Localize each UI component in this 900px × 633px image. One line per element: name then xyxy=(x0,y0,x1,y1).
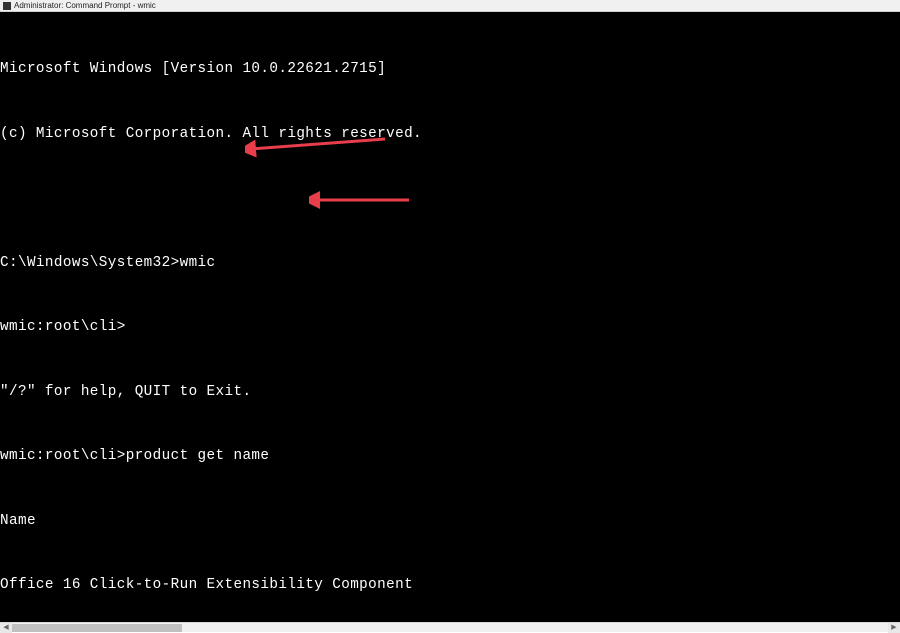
prompt-line: wmic:root\cli>product get name xyxy=(0,446,900,468)
prompt-line: wmic:root\cli> xyxy=(0,317,900,339)
output-line: Name xyxy=(0,511,900,533)
output-line: "/?" for help, QUIT to Exit. xyxy=(0,382,900,404)
terminal-output[interactable]: Microsoft Windows [Version 10.0.22621.27… xyxy=(0,12,900,622)
output-line: (c) Microsoft Corporation. All rights re… xyxy=(0,124,900,146)
scroll-thumb[interactable] xyxy=(12,624,182,632)
window-title: Administrator: Command Prompt - wmic xyxy=(14,1,156,10)
prompt-line: C:\Windows\System32>wmic xyxy=(0,253,900,275)
window-titlebar[interactable]: Administrator: Command Prompt - wmic xyxy=(0,0,900,12)
output-line: Office 16 Click-to-Run Extensibility Com… xyxy=(0,575,900,597)
output-line xyxy=(0,188,900,210)
horizontal-scrollbar[interactable]: ◀ ▶ xyxy=(0,622,900,632)
output-line: Microsoft Windows [Version 10.0.22621.27… xyxy=(0,59,900,81)
annotation-arrow-3 xyxy=(629,602,739,622)
app-icon xyxy=(3,2,11,10)
